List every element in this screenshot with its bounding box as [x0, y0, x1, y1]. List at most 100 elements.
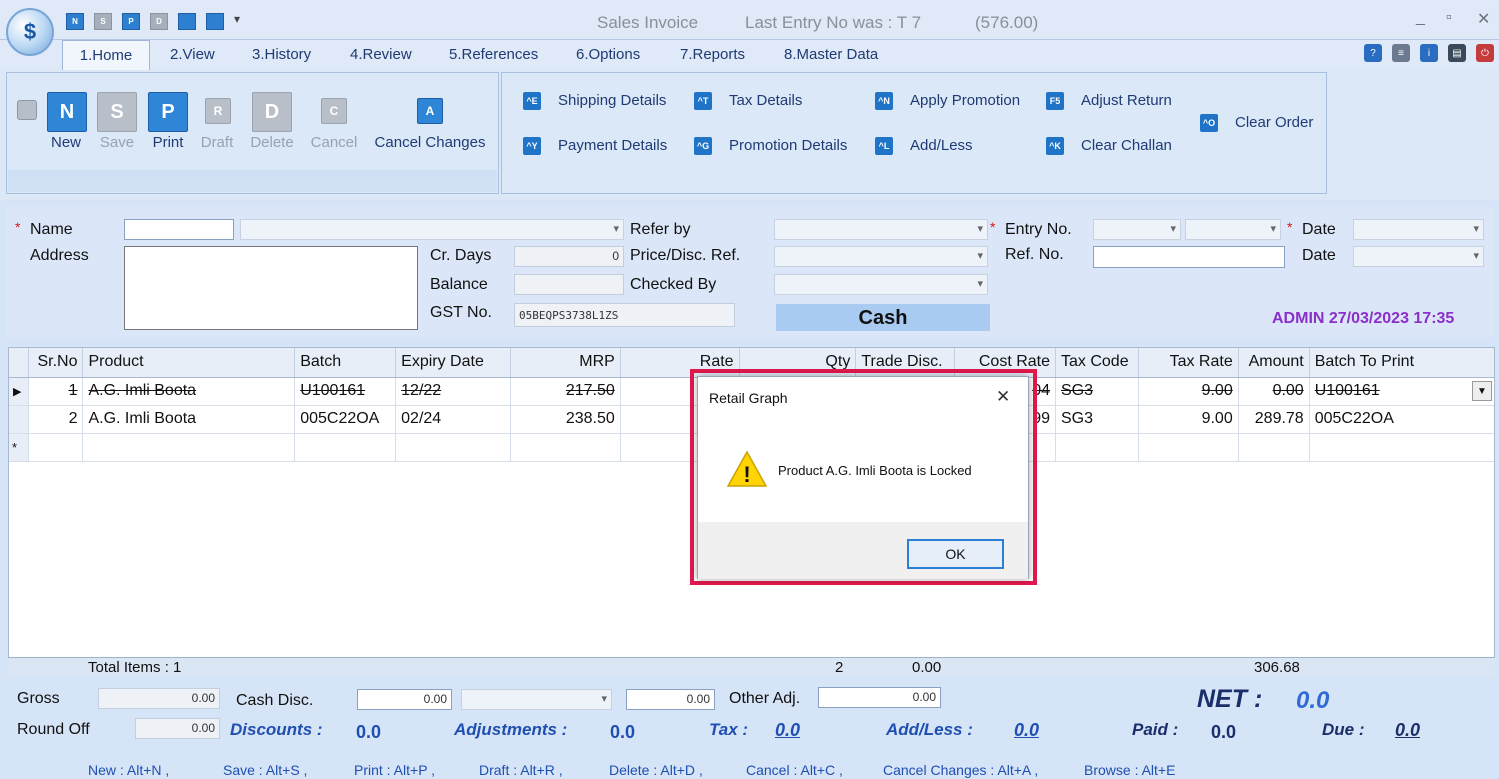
minimize-button[interactable]: _	[1416, 9, 1425, 27]
quick-save-icon[interactable]: S	[94, 13, 112, 30]
quick-print-icon[interactable]: P	[122, 13, 140, 30]
name-input[interactable]	[124, 219, 234, 240]
promotion-details-button[interactable]: Promotion Details	[729, 137, 847, 154]
cell-mrp[interactable]: 238.50	[510, 405, 621, 434]
print-button[interactable]: Print	[142, 134, 194, 151]
cell-batch-to-print[interactable]: 005C22OA	[1309, 405, 1494, 434]
column-header[interactable]: MRP	[510, 348, 621, 378]
column-header[interactable]: Expiry Date	[395, 348, 511, 378]
checked-by-dropdown[interactable]	[774, 274, 988, 295]
price-disc-ref-dropdown[interactable]	[774, 246, 988, 267]
ref-no-input[interactable]	[1093, 246, 1285, 268]
cell-srno[interactable]: 2	[28, 405, 84, 434]
tab-review[interactable]: 4.Review	[350, 46, 412, 63]
cell-tax-code[interactable]: SG3	[1055, 405, 1139, 434]
column-header[interactable]: Batch To Print	[1309, 348, 1494, 378]
help-icon[interactable]: ?	[1364, 44, 1382, 62]
exit-icon[interactable]: ⏻	[1476, 44, 1494, 62]
info-icon[interactable]: i	[1420, 44, 1438, 62]
cash-disc-type-dropdown[interactable]	[461, 689, 612, 710]
payment-mode-indicator[interactable]: Cash	[776, 304, 990, 331]
save-button[interactable]: Save	[92, 134, 142, 151]
tab-history[interactable]: 3.History	[252, 46, 311, 63]
entry-no-dropdown[interactable]	[1185, 219, 1281, 240]
cell-product[interactable]: A.G. Imli Boota	[82, 405, 296, 434]
apply-promotion-button[interactable]: Apply Promotion	[910, 92, 1020, 109]
batch-dropdown-icon[interactable]: ▼	[1472, 380, 1492, 401]
cell-tax-code[interactable]: SG3	[1055, 377, 1139, 406]
refer-by-dropdown[interactable]	[774, 219, 988, 240]
column-header[interactable]: Tax Rate	[1138, 348, 1239, 378]
cr-days-input[interactable]: 0	[514, 246, 624, 267]
lock-icon[interactable]	[17, 100, 37, 120]
cancel-changes-button[interactable]: Cancel Changes	[369, 134, 491, 151]
app-logo-icon[interactable]: $	[6, 8, 54, 56]
cell-amount[interactable]: 0.00	[1238, 377, 1310, 406]
adjust-return-button[interactable]: Adjust Return	[1081, 92, 1172, 109]
cell-amount[interactable]: 289.78	[1238, 405, 1310, 434]
column-header[interactable]: Sr.No	[28, 348, 84, 378]
address-textarea[interactable]	[124, 246, 418, 330]
quick-draft-icon[interactable]: D	[150, 13, 168, 30]
cell-empty[interactable]	[395, 433, 511, 462]
tab-home[interactable]: 1.Home	[62, 40, 150, 71]
tab-master-data[interactable]: 8.Master Data	[784, 46, 878, 63]
add-less-button[interactable]: Add/Less	[910, 137, 973, 154]
maximize-button[interactable]: ▫	[1446, 9, 1452, 27]
dialog-close-button[interactable]: ✕	[996, 387, 1010, 407]
clear-challan-button[interactable]: Clear Challan	[1081, 137, 1172, 154]
quick-icon-5[interactable]	[178, 13, 196, 30]
tab-options[interactable]: 6.Options	[576, 46, 640, 63]
quick-access-dropdown-icon[interactable]: ▾	[234, 12, 240, 26]
tax-value-link[interactable]: 0.0	[775, 720, 800, 741]
gst-input[interactable]: 05BEQPS3738L1ZS	[514, 303, 735, 327]
cancel-button[interactable]: Cancel	[306, 134, 362, 151]
cell-batch[interactable]: 005C22OA	[294, 405, 397, 434]
due-value-link[interactable]: 0.0	[1395, 720, 1420, 741]
payment-details-button[interactable]: Payment Details	[558, 137, 667, 154]
date-picker[interactable]	[1353, 219, 1484, 240]
tab-reports[interactable]: 7.Reports	[680, 46, 745, 63]
cell-empty[interactable]	[1309, 433, 1494, 462]
add-less-value-link[interactable]: 0.0	[1014, 720, 1039, 741]
ref-date-picker[interactable]	[1353, 246, 1484, 267]
column-header[interactable]: Tax Code	[1055, 348, 1139, 378]
cell-empty[interactable]	[1055, 433, 1139, 462]
cell-product[interactable]: A.G. Imli Boota	[82, 377, 296, 406]
cell-tax-rate[interactable]: 9.00	[1138, 377, 1239, 406]
draft-button[interactable]: Draft	[194, 134, 240, 151]
entry-series-dropdown[interactable]	[1093, 219, 1181, 240]
tab-references[interactable]: 5.References	[449, 46, 538, 63]
cell-batch[interactable]: U100161	[294, 377, 397, 406]
clear-order-button[interactable]: Clear Order	[1235, 114, 1313, 131]
delete-button[interactable]: Delete	[244, 134, 300, 151]
settings-icon[interactable]: ≡	[1392, 44, 1410, 62]
cash-disc-amount-input[interactable]: 0.00	[626, 689, 715, 710]
name-dropdown[interactable]	[240, 219, 624, 240]
column-header[interactable]: Product	[82, 348, 296, 378]
cell-tax-rate[interactable]: 9.00	[1138, 405, 1239, 434]
ok-button[interactable]: OK	[907, 539, 1004, 569]
quick-new-icon[interactable]: N	[66, 13, 84, 30]
document-icon[interactable]: ▤	[1448, 44, 1466, 62]
tax-details-button[interactable]: Tax Details	[729, 92, 802, 109]
cell-empty[interactable]	[294, 433, 397, 462]
cell-srno[interactable]: 1	[28, 377, 84, 406]
cell-mrp[interactable]: 217.50	[510, 377, 621, 406]
cell-expiry[interactable]: 02/24	[395, 405, 511, 434]
cell-expiry[interactable]: 12/22	[395, 377, 511, 406]
column-header[interactable]: Amount	[1238, 348, 1310, 378]
cell-empty[interactable]	[1238, 433, 1310, 462]
tab-view[interactable]: 2.View	[170, 46, 215, 63]
new-button[interactable]: New	[40, 134, 92, 151]
cell-empty[interactable]	[510, 433, 621, 462]
cell-batch-to-print[interactable]: U100161 ▼	[1309, 377, 1494, 406]
cash-disc-input[interactable]: 0.00	[357, 689, 452, 710]
cell-empty[interactable]	[28, 433, 84, 462]
other-adj-input[interactable]: 0.00	[818, 687, 941, 708]
quick-icon-6[interactable]	[206, 13, 224, 30]
cell-empty[interactable]	[82, 433, 296, 462]
cell-empty[interactable]	[1138, 433, 1239, 462]
close-window-button[interactable]: ✕	[1477, 9, 1490, 29]
shipping-details-button[interactable]: Shipping Details	[558, 92, 666, 109]
